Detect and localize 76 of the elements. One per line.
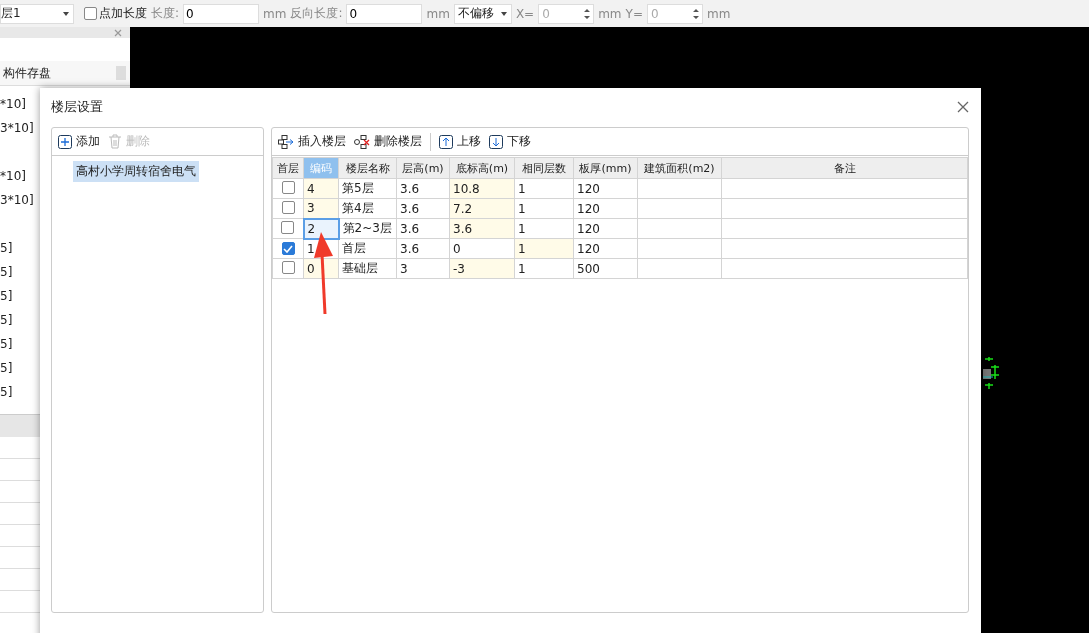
add-button[interactable]: 添加 xyxy=(58,133,100,150)
dialog-title: 楼层设置 xyxy=(51,98,103,116)
caret-icon xyxy=(500,11,507,16)
table-cell: 120 xyxy=(573,178,638,199)
first-floor-checkbox[interactable] xyxy=(281,260,295,274)
delete-floor-button[interactable]: 删除楼层 xyxy=(354,133,422,150)
list-item[interactable]: 5] xyxy=(0,241,13,255)
reverse-length-field[interactable]: 0 xyxy=(346,3,423,24)
cad-drawing xyxy=(983,357,999,391)
first-floor-checkbox[interactable] xyxy=(281,242,295,255)
table-cell: 2 xyxy=(303,218,339,239)
table-cell: 1 xyxy=(514,258,574,279)
column-header[interactable]: 底标高(m) xyxy=(449,157,515,179)
unit-label: mm xyxy=(598,6,622,21)
first-floor-checkbox[interactable] xyxy=(281,180,295,194)
list-item[interactable]: 5] xyxy=(0,361,13,375)
table-cell: 120 xyxy=(573,218,638,239)
list-item[interactable]: 5] xyxy=(0,265,13,279)
table-cell: 第5层 xyxy=(338,178,397,199)
length-label: 长度: xyxy=(151,5,180,22)
reverse-length-label: 反向长度: xyxy=(290,5,343,22)
column-header[interactable]: 首层 xyxy=(272,157,304,179)
insert-floor-button[interactable]: 插入楼层 xyxy=(278,133,346,150)
down-floor-button[interactable]: 下移 xyxy=(489,133,531,150)
layer-dropdown[interactable]: 层1 xyxy=(0,3,74,24)
add-length-checkbox[interactable]: 点加长度 xyxy=(84,5,147,22)
table-cell: 3.6 xyxy=(396,198,450,219)
table-cell: 1 xyxy=(514,178,574,199)
table-cell: 3.6 xyxy=(396,218,450,239)
list-item[interactable]: 3*10] xyxy=(0,121,34,135)
unit-label: mm xyxy=(263,6,287,21)
plus-icon xyxy=(58,134,72,149)
table-cell: 基础层 xyxy=(338,258,397,279)
table-cell: 500 xyxy=(573,258,638,279)
table-cell: 0 xyxy=(449,238,515,259)
column-header[interactable]: 相同层数 xyxy=(514,157,574,179)
up-arrow-icon xyxy=(439,134,453,149)
first-floor-checkbox[interactable] xyxy=(281,220,295,234)
close-icon[interactable] xyxy=(957,101,969,113)
list-item[interactable]: 5] xyxy=(0,337,13,351)
x-label: X= xyxy=(515,6,535,21)
table-cell: 第4层 xyxy=(338,198,397,219)
table-cell: 120 xyxy=(573,238,638,259)
column-header[interactable]: 备注 xyxy=(721,157,968,179)
offset-dropdown[interactable]: 不偏移 xyxy=(453,3,512,24)
trash-icon xyxy=(108,134,122,149)
column-header[interactable]: 层高(m) xyxy=(396,157,450,179)
list-item[interactable]: *10] xyxy=(0,169,26,183)
delete-icon xyxy=(354,134,370,149)
unit-label: mm xyxy=(706,6,731,21)
column-header[interactable]: 建筑面积(m2) xyxy=(637,157,722,179)
table-cell: 3.6 xyxy=(396,238,450,259)
table-cell: 1 xyxy=(514,198,574,219)
table-cell: 120 xyxy=(573,198,638,219)
down-arrow-icon xyxy=(489,134,503,149)
list-item[interactable]: 5] xyxy=(0,289,13,303)
project-tree-item[interactable]: 高村小学周转宿舍电气 xyxy=(73,161,199,182)
list-item[interactable]: *10] xyxy=(0,97,26,111)
insert-icon xyxy=(278,134,294,149)
close-icon[interactable] xyxy=(114,28,122,37)
unit-label: mm xyxy=(426,6,450,21)
length-field[interactable]: 0 xyxy=(183,3,260,24)
y-label: Y= xyxy=(625,6,643,21)
table-cell: 首层 xyxy=(338,238,397,259)
column-header[interactable]: 板厚(mm) xyxy=(573,157,638,179)
column-header[interactable]: 楼层名称 xyxy=(338,157,397,179)
table-cell: 3.6 xyxy=(396,178,450,199)
table-cell: 1 xyxy=(514,218,574,239)
caret-icon xyxy=(63,11,69,16)
list-item[interactable]: 5] xyxy=(0,313,13,327)
table-cell: 3 xyxy=(396,258,450,279)
list-item[interactable]: 3*10] xyxy=(0,193,34,207)
up-floor-button[interactable]: 上移 xyxy=(439,133,481,150)
table-cell: 第2~3层 xyxy=(338,218,397,239)
first-floor-checkbox[interactable] xyxy=(281,200,295,214)
list-item[interactable]: 5] xyxy=(0,385,13,399)
